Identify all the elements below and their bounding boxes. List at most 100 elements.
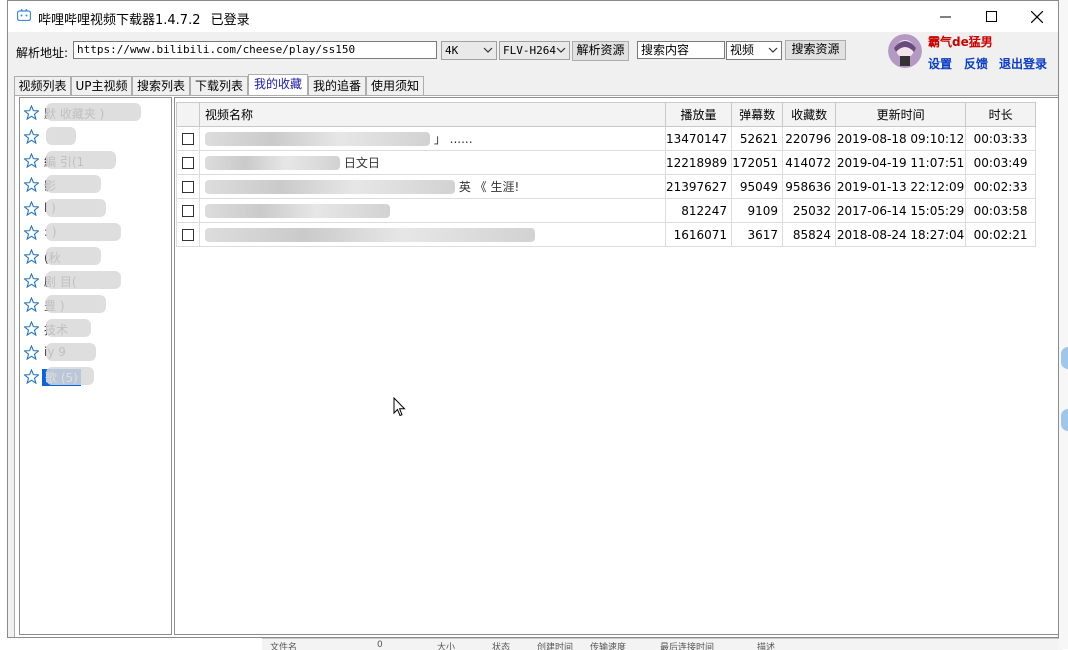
favorites-count-cell: 25032 — [782, 198, 837, 223]
row-checkbox[interactable] — [182, 181, 194, 193]
table-row[interactable]: 812247 9109 25032 2017-06-14 15:05:29 00:03:… — [176, 198, 1037, 223]
favorite-folder-item[interactable]: 剧 目( — [24, 270, 164, 292]
row-checkbox-cell[interactable] — [176, 222, 200, 247]
video-name: 日文日 — [343, 156, 380, 170]
login-status: 已登录 — [210, 13, 250, 28]
plays-cell: 21397627 — [664, 174, 733, 199]
favorite-folder-item[interactable]: 技术 — [24, 318, 164, 340]
tab-video-list[interactable]: 视频列表 — [14, 76, 71, 95]
window-title: 哔哩哔哩视频下载器1.4.7.2 已登录 — [38, 9, 250, 28]
duration-cell: 00:02:33 — [965, 174, 1037, 199]
danmaku-cell: 3617 — [731, 222, 784, 247]
favorite-folder-item[interactable]: (秋 — [24, 246, 164, 268]
tab-download-list[interactable]: 下载列表 — [190, 76, 248, 95]
quality-value: 4K — [445, 44, 459, 57]
table-row[interactable]: 1616071 3617 85824 2018-08-24 18:27:04 00:02… — [176, 222, 1037, 247]
format-select[interactable]: FLV-H264 — [499, 41, 570, 60]
maximize-icon — [985, 11, 997, 22]
search-type-value: 视频 — [730, 43, 755, 57]
favorite-folder-item[interactable]: 編 引(1 — [24, 150, 164, 172]
table-row[interactable]: 日文日 12218989 172051 414072 2019-04-19 11:07:… — [176, 150, 1037, 175]
tab-my-bangumi[interactable]: 我的追番 — [308, 76, 366, 95]
search-type-select[interactable]: 视频 — [726, 41, 782, 60]
plays-cell: 1616071 — [664, 222, 733, 247]
star-icon — [24, 177, 39, 192]
column-header-updated[interactable]: 更新时间 — [835, 102, 967, 127]
privacy-blur — [46, 343, 96, 361]
video-name-cell: 」 ...... — [199, 126, 666, 151]
updated-time-cell: 2019-08-18 09:10:12 — [835, 126, 967, 151]
row-checkbox[interactable] — [182, 229, 194, 241]
maximize-button[interactable] — [968, 1, 1014, 32]
favorite-videos-grid[interactable]: 视频名称 播放量 弹幕数 收藏数 更新时间 时长 」 ...... 134701… — [174, 97, 1058, 635]
quality-select[interactable]: 4K — [441, 41, 497, 60]
column-header-duration[interactable]: 时长 — [965, 102, 1037, 127]
privacy-blur — [46, 295, 106, 313]
star-icon — [24, 297, 39, 312]
search-button[interactable]: 搜索资源 — [785, 40, 846, 60]
privacy-blur — [46, 247, 101, 265]
row-checkbox-cell[interactable] — [176, 150, 200, 175]
search-input[interactable]: 搜索内容 — [637, 41, 725, 59]
row-checkbox-cell[interactable] — [176, 126, 200, 151]
favorite-folder-item[interactable]: 默 收藏夹 ) — [24, 102, 164, 124]
row-checkbox-cell[interactable] — [176, 198, 200, 223]
star-icon — [24, 105, 39, 120]
duration-cell: 00:03:33 — [965, 126, 1037, 151]
favorites-count-cell: 414072 — [782, 150, 837, 175]
favorite-folder-item[interactable] — [24, 126, 164, 148]
tab-search-list[interactable]: 搜索列表 — [132, 76, 190, 95]
column-header-favorites[interactable]: 收藏数 — [782, 102, 837, 127]
privacy-blur — [46, 151, 116, 169]
side-widget-badge[interactable] — [1061, 409, 1068, 431]
url-input[interactable]: https://www.bilibili.com/cheese/play/ss1… — [73, 41, 437, 59]
plays-cell: 13470147 — [664, 126, 733, 151]
title-bar[interactable]: 哔哩哔哩视频下载器1.4.7.2 已登录 — [8, 1, 1058, 32]
column-header-plays[interactable]: 播放量 — [664, 102, 733, 127]
avatar-image — [888, 34, 922, 68]
favorite-folder-item[interactable]: iy 9 — [24, 342, 164, 364]
favorite-folder-item[interactable]: : ) — [24, 222, 164, 244]
privacy-blur — [46, 223, 121, 241]
side-widget-badge[interactable] — [1061, 347, 1068, 369]
star-icon — [24, 249, 39, 264]
desktop-edge — [1059, 0, 1068, 649]
video-name-cell: 英 《 生涯! — [199, 174, 666, 199]
chevron-down-icon — [556, 47, 566, 53]
column-header-danmaku[interactable]: 弹幕数 — [731, 102, 784, 127]
duration-cell: 00:03:49 — [965, 150, 1037, 175]
favorite-folder-item[interactable]: l ) — [24, 198, 164, 220]
video-name: 英 《 生涯! — [458, 180, 520, 194]
favorites-count-cell: 958636 — [782, 174, 837, 199]
table-header-row: 视频名称 播放量 弹幕数 收藏数 更新时间 时长 — [176, 102, 1037, 127]
table-row[interactable]: 英 《 生涯! 21397627 95049 958636 2019-01-13 22:… — [176, 174, 1037, 199]
star-icon — [24, 369, 39, 384]
row-checkbox[interactable] — [182, 133, 194, 145]
feedback-link[interactable]: 反馈 — [964, 55, 988, 72]
logout-link[interactable]: 退出登录 — [999, 55, 1047, 72]
chevron-down-icon — [768, 47, 778, 53]
privacy-blur — [46, 175, 101, 193]
video-name: 」 ...... — [433, 132, 473, 146]
star-icon — [24, 345, 39, 360]
close-button[interactable] — [1014, 1, 1058, 32]
favorites-folder-list[interactable]: 默 收藏夹 ) 編 引(1影l ): )(秋剧 目(豊 )技术 iy 9歌 (5) — [19, 97, 172, 635]
row-checkbox[interactable] — [182, 157, 194, 169]
tab-up-videos[interactable]: UP主视频 — [71, 76, 132, 95]
row-checkbox[interactable] — [182, 205, 194, 217]
favorite-folder-item[interactable]: 影 — [24, 174, 164, 196]
settings-link[interactable]: 设置 — [928, 55, 952, 72]
favorite-folder-item[interactable]: 歌 (5) — [24, 366, 164, 388]
privacy-blur — [205, 131, 430, 146]
tab-my-favorites[interactable]: 我的收藏 — [248, 74, 308, 96]
minimize-button[interactable] — [922, 1, 968, 32]
star-icon — [24, 201, 39, 216]
avatar[interactable] — [888, 34, 922, 68]
select-column-header[interactable] — [176, 102, 200, 127]
table-row[interactable]: 」 ...... 13470147 52621 220796 2019-08-18 0… — [176, 126, 1037, 151]
row-checkbox-cell[interactable] — [176, 174, 200, 199]
column-header-name[interactable]: 视频名称 — [199, 102, 666, 127]
tab-usage-notes[interactable]: 使用须知 — [366, 76, 424, 95]
favorite-folder-item[interactable]: 豊 ) — [24, 294, 164, 316]
parse-button[interactable]: 解析资源 — [572, 41, 629, 61]
